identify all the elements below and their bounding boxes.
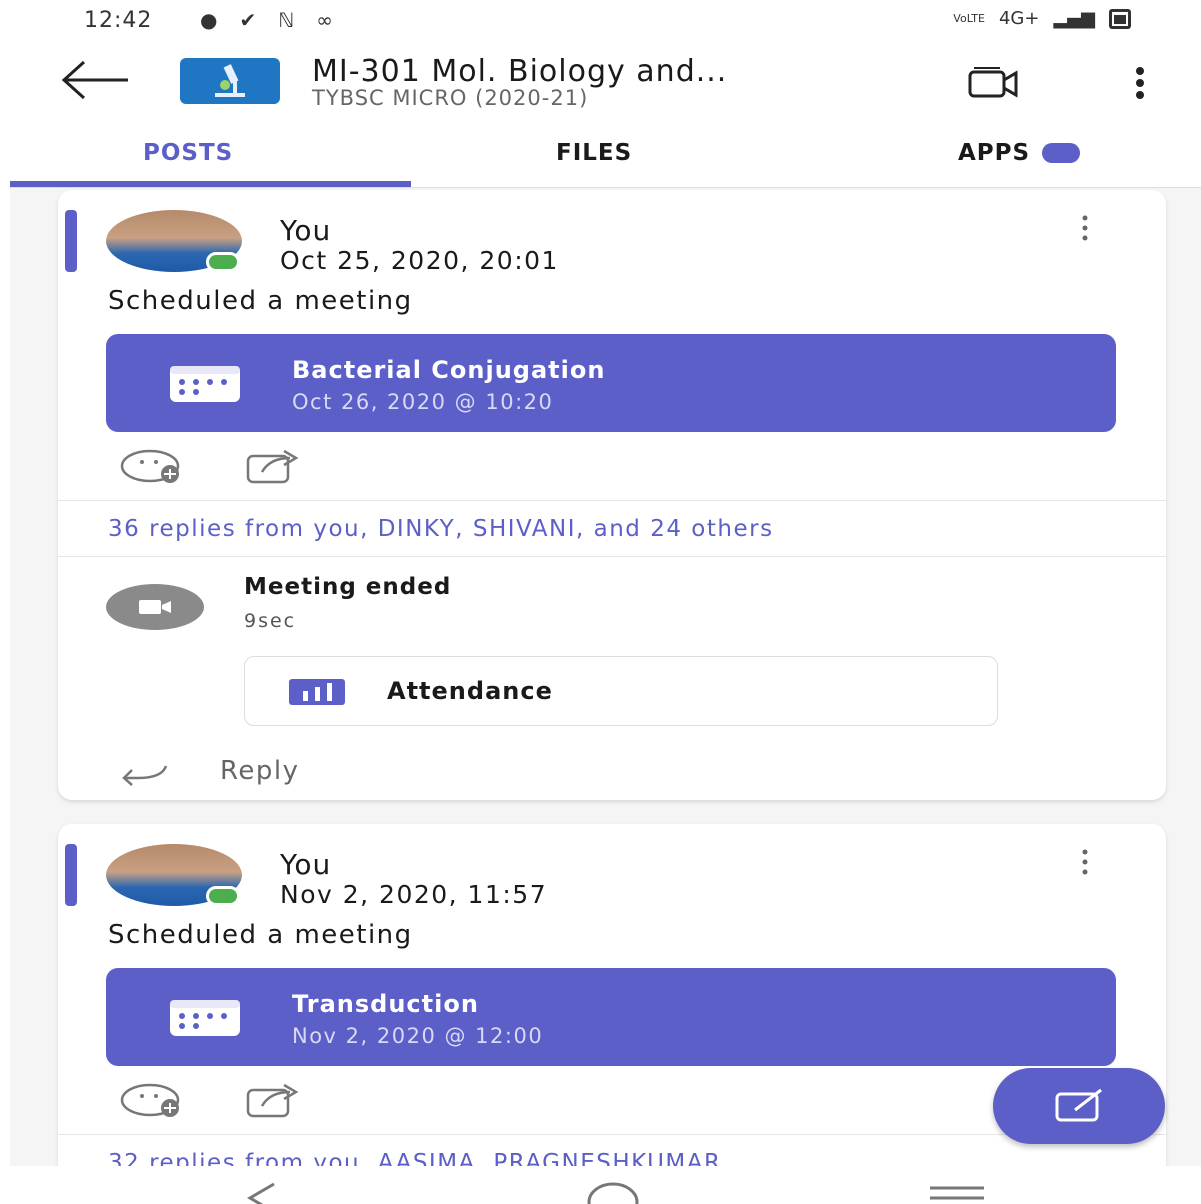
more-vertical-icon[interactable]	[1128, 66, 1152, 100]
arrow-left-icon[interactable]	[60, 60, 132, 100]
meeting-card[interactable]: Bacterial Conjugation Oct 26, 2020 @ 10:…	[106, 334, 1116, 432]
status-right: VoLTE 4G+ ▂▄▆	[953, 8, 1131, 29]
divider	[58, 500, 1166, 501]
video-camera-icon	[139, 600, 171, 614]
post-accent-bar	[65, 844, 77, 906]
post-timestamp: Nov 2, 2020, 11:57	[280, 880, 548, 909]
chat-notification-icon: ●	[200, 8, 218, 32]
network-type: 4G+	[998, 8, 1040, 29]
tab-apps[interactable]: APPS	[958, 140, 1081, 166]
post-text: Scheduled a meeting	[108, 920, 413, 950]
status-bar: 12:42 ● ✔ ℕ ∞ VoLTE 4G+ ▂▄▆	[0, 0, 1201, 44]
team-logo[interactable]	[180, 58, 280, 104]
share-icon[interactable]	[244, 448, 304, 484]
presence-available-icon	[206, 252, 240, 272]
attendance-button[interactable]: Attendance	[244, 656, 998, 726]
nav-recents-icon[interactable]	[928, 1184, 986, 1204]
calendar-icon	[170, 366, 240, 402]
share-icon[interactable]	[244, 1082, 304, 1118]
divider	[58, 556, 1166, 557]
post-author: You	[280, 214, 332, 247]
signal-icon: ▂▄▆	[1053, 8, 1095, 29]
replies-link[interactable]: 36 replies from you, DINKY, SHIVANI, and…	[108, 516, 774, 542]
meeting-duration: 9sec	[244, 610, 297, 632]
compose-icon	[1055, 1088, 1102, 1122]
meeting-title: Transduction	[292, 990, 479, 1018]
reply-button[interactable]: Reply	[220, 756, 300, 786]
system-nav-bar	[0, 1166, 1201, 1204]
apps-badge	[1042, 143, 1081, 163]
attendance-label: Attendance	[387, 677, 553, 705]
new-post-button[interactable]	[993, 1068, 1165, 1144]
messenger-notification-icon: ✔	[239, 8, 257, 32]
meeting-time: Nov 2, 2020 @ 12:00	[292, 1024, 544, 1048]
divider	[58, 1134, 1166, 1135]
posts-feed[interactable]: You Oct 25, 2020, 20:01 Scheduled a meet…	[10, 188, 1201, 1166]
reply-icon[interactable]	[118, 758, 170, 786]
tab-selected-indicator	[10, 181, 411, 187]
post-timestamp: Oct 25, 2020, 20:01	[280, 246, 559, 275]
meeting-ended-icon	[106, 584, 204, 630]
nfc-icon: ℕ	[278, 8, 295, 32]
status-time: 12:42	[84, 8, 153, 33]
presence-available-icon	[206, 886, 240, 906]
team-name: TYBSC MICRO (2020-21)	[312, 86, 589, 110]
video-call-icon[interactable]	[966, 64, 1020, 104]
meeting-ended-title: Meeting ended	[244, 574, 452, 600]
channel-title[interactable]: MI-301 Mol. Biology and...	[312, 54, 727, 89]
post-accent-bar	[65, 210, 77, 272]
avatar[interactable]	[106, 210, 242, 272]
avatar[interactable]	[106, 844, 242, 906]
meeting-time: Oct 26, 2020 @ 10:20	[292, 390, 554, 414]
nav-home-icon[interactable]	[586, 1180, 640, 1204]
volte-icon: VoLTE	[953, 12, 985, 25]
tab-files[interactable]: FILES	[556, 140, 632, 166]
tab-posts[interactable]: POSTS	[143, 140, 233, 166]
calendar-icon	[170, 1000, 240, 1036]
post-author: You	[280, 848, 332, 881]
nav-back-icon[interactable]	[240, 1182, 280, 1204]
post-card[interactable]: You Oct 25, 2020, 20:01 Scheduled a meet…	[58, 190, 1166, 800]
replies-link[interactable]: 32 replies from you, AASIMA, PRAGNESHKUM…	[108, 1150, 721, 1166]
add-reaction-icon[interactable]	[120, 448, 186, 484]
channel-header: MI-301 Mol. Biology and... TYBSC MICRO (…	[0, 44, 1201, 124]
more-vertical-icon[interactable]	[1078, 848, 1092, 876]
notification-icons: ● ✔ ℕ ∞	[200, 8, 333, 32]
microscope-icon	[215, 64, 245, 97]
post-text: Scheduled a meeting	[108, 286, 413, 316]
battery-icon	[1109, 8, 1131, 29]
bar-chart-icon	[289, 679, 345, 705]
meeting-title: Bacterial Conjugation	[292, 356, 606, 384]
channel-tabs: POSTS FILES APPS	[10, 130, 1201, 188]
meeting-card[interactable]: Transduction Nov 2, 2020 @ 12:00	[106, 968, 1116, 1066]
add-reaction-icon[interactable]	[120, 1082, 186, 1118]
more-vertical-icon[interactable]	[1078, 214, 1092, 242]
link-icon: ∞	[316, 8, 333, 32]
tab-apps-label: APPS	[958, 140, 1031, 166]
